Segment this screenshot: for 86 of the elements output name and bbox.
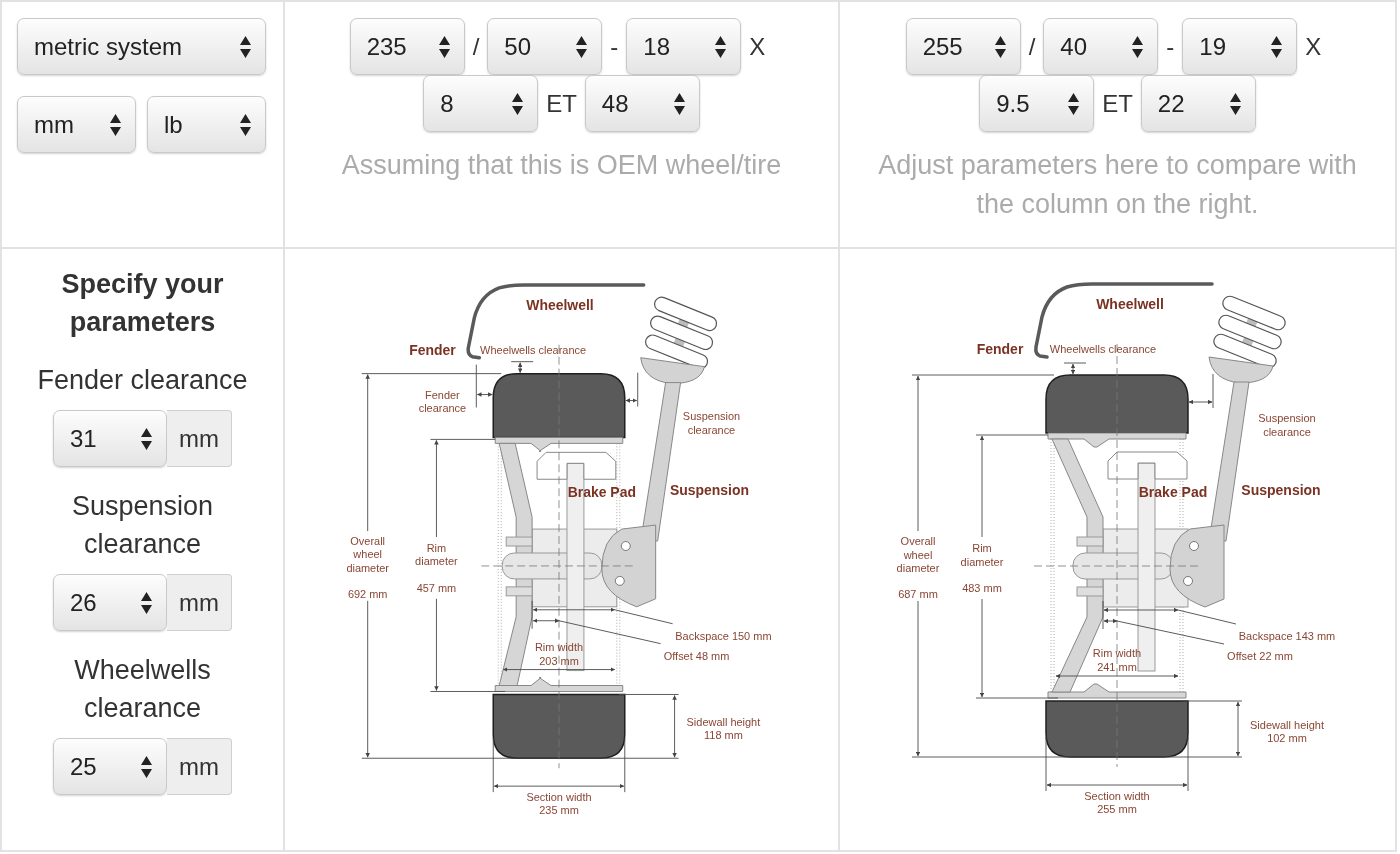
updown-caret-icon [141, 591, 152, 614]
dimension-value: 687 mm [898, 588, 938, 600]
parameters-title: Specify your parameters [60, 268, 225, 339]
setup-note: Adjust parameters here to compare with the column on the right. [877, 149, 1358, 221]
select-dropdown[interactable]: 31 [53, 410, 167, 467]
field-label: Fender clearance [37, 364, 248, 397]
select-dropdown[interactable]: metric system [17, 18, 266, 75]
updown-caret-icon [110, 113, 121, 136]
dimension-label: Backspace 143 mm [1238, 630, 1336, 642]
diagram-label: Section width [1084, 790, 1150, 802]
diagram-label: Overall wheel diameter [346, 535, 389, 574]
select-dropdown[interactable]: 26 [53, 574, 167, 631]
diagram-label: Rim width [534, 640, 584, 653]
diagram-label: Rim diameter [415, 542, 458, 568]
diagram-label: Wheelwells clearance [480, 343, 587, 356]
field-label: Suspension clearance [70, 490, 215, 561]
diagram-label: Suspension [1241, 482, 1321, 498]
dimension-value: 203 mm [539, 654, 579, 667]
updown-caret-icon [141, 427, 152, 450]
diagram-label: Fender [976, 341, 1024, 357]
updown-caret-icon [512, 92, 524, 115]
select-dropdown[interactable]: 25 [53, 738, 167, 795]
dimension-value: 255 mm [1097, 803, 1137, 815]
select-dropdown[interactable]: 19 [1182, 18, 1298, 75]
diagram-label: Fender clearance [418, 388, 467, 414]
select-dropdown[interactable]: 235 [349, 18, 465, 75]
diagram-label: Overall wheel diameter [896, 535, 940, 574]
updown-caret-icon [240, 35, 251, 58]
field-label: Wheelwells clearance [73, 654, 212, 725]
diagram-label: Wheelwells clearance [1049, 343, 1157, 355]
updown-caret-icon [438, 35, 450, 58]
updown-caret-icon [1271, 35, 1283, 58]
diagram-label: Suspension [669, 482, 749, 499]
size-separator: / [1027, 31, 1037, 62]
unit-label: mm [167, 410, 232, 467]
diagram-label: Brake Pad [1138, 484, 1208, 500]
updown-caret-icon [1132, 35, 1144, 58]
diagram-label: Wheelwell [1096, 296, 1164, 312]
updown-caret-icon [141, 755, 152, 778]
dimension-value: 235 mm [539, 804, 579, 817]
diagram-label: Sidewall height [686, 715, 761, 728]
size-separator: ET [545, 88, 578, 119]
setup-note: Assuming that this is OEM wheel/tire [341, 149, 782, 182]
updown-caret-icon [1068, 92, 1080, 115]
size-separator: X [1304, 31, 1323, 62]
size-separator: - [1165, 31, 1176, 62]
diagram-label: Brake Pad [567, 484, 636, 501]
select-dropdown[interactable]: 8 [423, 75, 539, 132]
dimension-label: Offset 22 mm [1227, 650, 1293, 662]
select-dropdown[interactable]: 9.5 [979, 75, 1095, 132]
size-separator: - [609, 31, 620, 62]
dimension-value: 102 mm [1267, 731, 1307, 744]
updown-caret-icon [576, 35, 588, 58]
dimension-value: 692 mm [347, 587, 388, 600]
unit-label: mm [167, 574, 232, 631]
diagram-label: Rim width [1092, 647, 1142, 659]
updown-caret-icon [240, 113, 251, 136]
dimension-value: 241 mm [1097, 661, 1137, 673]
updown-caret-icon [1229, 92, 1241, 115]
updown-caret-icon [673, 92, 685, 115]
diagram-label: Sidewall height [1250, 718, 1324, 731]
diagram-label: Suspension clearance [1258, 412, 1316, 438]
updown-caret-icon [994, 35, 1006, 58]
diagram-label: Fender [409, 341, 456, 358]
select-dropdown[interactable]: mm [17, 96, 136, 153]
select-dropdown[interactable]: 50 [487, 18, 603, 75]
diagram-label: Wheelwell [526, 296, 594, 313]
select-dropdown[interactable]: 255 [905, 18, 1021, 75]
unit-label: mm [167, 738, 232, 795]
dimension-label: Backspace 150 mm [675, 629, 772, 642]
size-separator: / [471, 31, 481, 62]
select-dropdown[interactable]: lb [147, 96, 266, 153]
diagram-label: Suspension clearance [682, 410, 741, 436]
diagram-label: Section width [526, 791, 592, 804]
dimension-value: 483 mm [962, 582, 1002, 594]
size-separator: X [748, 31, 767, 62]
dimension-label: Offset 48 mm [663, 649, 730, 662]
select-dropdown[interactable]: 22 [1140, 75, 1256, 132]
diagram-label: Rim diameter [960, 542, 1004, 568]
size-separator: ET [1101, 88, 1134, 119]
select-dropdown[interactable]: 18 [626, 18, 742, 75]
select-dropdown[interactable]: 48 [584, 75, 700, 132]
dimension-value: 457 mm [416, 581, 457, 594]
dimension-value: 118 mm [704, 728, 743, 741]
updown-caret-icon [715, 35, 727, 58]
select-dropdown[interactable]: 40 [1043, 18, 1159, 75]
